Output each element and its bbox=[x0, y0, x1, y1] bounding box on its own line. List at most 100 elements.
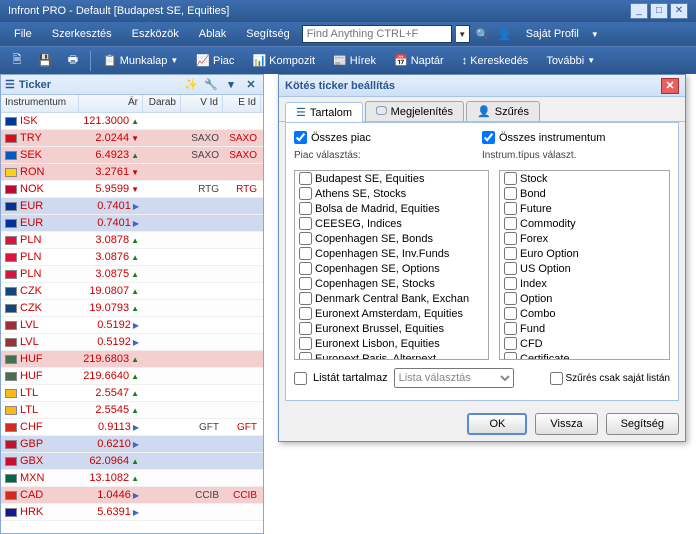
col-price[interactable]: Ár bbox=[79, 95, 143, 112]
search-icon[interactable]: 🔍 bbox=[474, 25, 492, 43]
list-item[interactable]: Commodity bbox=[500, 216, 669, 231]
menu-help[interactable]: Segítség bbox=[238, 26, 297, 42]
table-row[interactable]: ISK121.3000▲ bbox=[1, 113, 263, 130]
tool-piac[interactable]: 📈Piac bbox=[190, 52, 240, 69]
panel-dropdown-icon[interactable]: ▾ bbox=[223, 77, 239, 93]
chk-all-markets[interactable] bbox=[294, 131, 307, 144]
table-row[interactable]: LVL0.5192▶ bbox=[1, 334, 263, 351]
col-eid[interactable]: E Id bbox=[223, 95, 261, 112]
table-row[interactable]: PLN3.0878▲ bbox=[1, 232, 263, 249]
list-item[interactable]: Copenhagen SE, Options bbox=[295, 261, 488, 276]
list-item[interactable]: CEESEG, Indices bbox=[295, 216, 488, 231]
print-icon[interactable]: 🖶 bbox=[62, 50, 84, 72]
list-item[interactable]: Forex bbox=[500, 231, 669, 246]
list-item[interactable]: Euronext Brussel, Equities bbox=[295, 321, 488, 336]
tab-megjelenites[interactable]: 🖵Megjelenítés bbox=[365, 101, 464, 121]
list-item[interactable]: Euronext Paris, Alternext bbox=[295, 351, 488, 360]
col-darab[interactable]: Darab bbox=[143, 95, 181, 112]
chk-list-contains[interactable] bbox=[294, 372, 307, 385]
menu-edit[interactable]: Szerkesztés bbox=[44, 26, 120, 42]
table-row[interactable]: PLN3.0875▲ bbox=[1, 266, 263, 283]
tool-naptar[interactable]: 📅Naptár bbox=[388, 52, 450, 69]
menu-window[interactable]: Ablak bbox=[191, 26, 235, 42]
wand-icon[interactable]: ✨ bbox=[183, 77, 199, 93]
help-button[interactable]: Segítség bbox=[606, 413, 679, 435]
list-item[interactable]: Copenhagen SE, Inv.Funds bbox=[295, 246, 488, 261]
tab-tartalom[interactable]: ☰Tartalom bbox=[285, 102, 363, 122]
table-row[interactable]: HRK5.6391▶ bbox=[1, 504, 263, 521]
list-item[interactable]: US Option bbox=[500, 261, 669, 276]
table-row[interactable]: TRY2.0244▼SAXOSAXO bbox=[1, 130, 263, 147]
table-row[interactable]: RON3.2761▼ bbox=[1, 164, 263, 181]
tool-tovabbi[interactable]: További▼ bbox=[540, 53, 601, 69]
close-button[interactable]: ✕ bbox=[670, 3, 688, 19]
panel-close-icon[interactable]: ✕ bbox=[243, 77, 259, 93]
tool-kompozit[interactable]: 📊Kompozit bbox=[246, 52, 321, 69]
list-item[interactable]: Index bbox=[500, 276, 669, 291]
list-item[interactable]: Euronext Amsterdam, Equities bbox=[295, 306, 488, 321]
dialog-title: Kötés ticker beállítás bbox=[285, 80, 395, 92]
table-row[interactable]: HUF219.6640▲ bbox=[1, 368, 263, 385]
dialog-close-icon[interactable]: ✕ bbox=[661, 78, 679, 94]
ticker-rows[interactable]: ISK121.3000▲TRY2.0244▼SAXOSAXOSEK6.4923▲… bbox=[1, 113, 263, 533]
minimize-button[interactable]: _ bbox=[630, 3, 648, 19]
ok-button[interactable]: OK bbox=[467, 413, 527, 435]
chk-filter-own[interactable] bbox=[550, 372, 563, 385]
list-item[interactable]: Budapest SE, Equities bbox=[295, 171, 488, 186]
tool-hirek[interactable]: 📰Hírek bbox=[327, 52, 382, 69]
list-item[interactable]: Option bbox=[500, 291, 669, 306]
chk-all-instr[interactable] bbox=[482, 131, 495, 144]
table-row[interactable]: CZK19.0793▲ bbox=[1, 300, 263, 317]
search-input[interactable] bbox=[302, 25, 452, 43]
search-dropdown-icon[interactable]: ▼ bbox=[456, 25, 470, 43]
col-vid[interactable]: V Id bbox=[181, 95, 223, 112]
table-row[interactable]: LVL0.5192▶ bbox=[1, 317, 263, 334]
table-row[interactable]: EUR0.7401▶ bbox=[1, 198, 263, 215]
list-item[interactable]: Denmark Central Bank, Exchan bbox=[295, 291, 488, 306]
table-row[interactable]: CHF0.9113▶GFTGFT bbox=[1, 419, 263, 436]
menu-file[interactable]: File bbox=[6, 26, 40, 42]
table-row[interactable]: MXN13.1082▲ bbox=[1, 470, 263, 487]
tab-szures[interactable]: 👤Szűrés bbox=[466, 101, 540, 121]
list-item[interactable]: Future bbox=[500, 201, 669, 216]
maximize-button[interactable]: □ bbox=[650, 3, 668, 19]
menu-tools[interactable]: Eszközök bbox=[124, 26, 187, 42]
list-item[interactable]: Copenhagen SE, Stocks bbox=[295, 276, 488, 291]
list-item[interactable]: Bond bbox=[500, 186, 669, 201]
new-icon[interactable]: 🗎 bbox=[6, 50, 28, 72]
col-instrument[interactable]: Instrumentum bbox=[1, 95, 79, 112]
table-row[interactable]: NOK5.9599▼RTGRTG bbox=[1, 181, 263, 198]
table-row[interactable]: PLN3.0876▲ bbox=[1, 249, 263, 266]
table-row[interactable]: CAD1.0446▶CCIBCCIB bbox=[1, 487, 263, 504]
list-item[interactable]: Certificate bbox=[500, 351, 669, 360]
settings-dialog: Kötés ticker beállítás ✕ ☰Tartalom 🖵Megj… bbox=[278, 74, 686, 442]
list-icon: ☰ bbox=[296, 106, 306, 119]
tool-kereskedes[interactable]: ↕Kereskedés bbox=[456, 53, 535, 69]
instrument-types-list[interactable]: StockBondFutureCommodityForexEuro Option… bbox=[499, 170, 670, 360]
tool-worksheet[interactable]: 📋Munkalap▼ bbox=[97, 52, 184, 69]
back-button[interactable]: Vissza bbox=[535, 413, 597, 435]
table-row[interactable]: CZK19.0807▲ bbox=[1, 283, 263, 300]
menu-profile[interactable]: Saját Profil bbox=[518, 26, 587, 42]
table-row[interactable]: EUR0.7401▶ bbox=[1, 215, 263, 232]
table-row[interactable]: HUF219.6803▲ bbox=[1, 351, 263, 368]
markets-list[interactable]: Budapest SE, EquitiesAthens SE, StocksBo… bbox=[294, 170, 489, 360]
list-item[interactable]: Stock bbox=[500, 171, 669, 186]
list-item[interactable]: Combo bbox=[500, 306, 669, 321]
table-row[interactable]: LTL2.5545▲ bbox=[1, 402, 263, 419]
list-item[interactable]: Bolsa de Madrid, Equities bbox=[295, 201, 488, 216]
list-item[interactable]: Fund bbox=[500, 321, 669, 336]
list-item[interactable]: Athens SE, Stocks bbox=[295, 186, 488, 201]
table-row[interactable]: GBX62.0964▲ bbox=[1, 453, 263, 470]
table-row[interactable]: LTL2.5547▲ bbox=[1, 385, 263, 402]
list-item[interactable]: CFD bbox=[500, 336, 669, 351]
list-item[interactable]: Euronext Lisbon, Equities bbox=[295, 336, 488, 351]
table-row[interactable]: GBP0.6210▶ bbox=[1, 436, 263, 453]
chevron-down-icon[interactable]: ▼ bbox=[591, 30, 599, 39]
list-select[interactable]: Lista választás bbox=[394, 368, 514, 388]
list-item[interactable]: Copenhagen SE, Bonds bbox=[295, 231, 488, 246]
save-icon[interactable]: 💾 bbox=[34, 50, 56, 72]
list-item[interactable]: Euro Option bbox=[500, 246, 669, 261]
table-row[interactable]: SEK6.4923▲SAXOSAXO bbox=[1, 147, 263, 164]
wrench-icon[interactable]: 🔧 bbox=[203, 77, 219, 93]
